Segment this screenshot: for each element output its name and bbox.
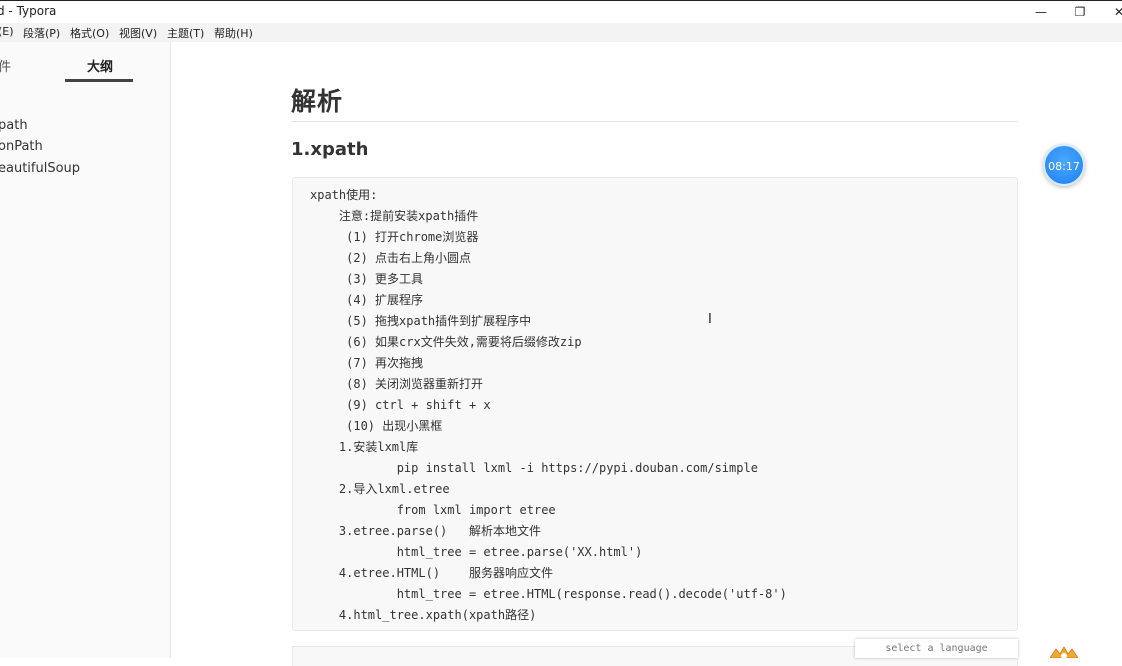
heading-1[interactable]: 解析 bbox=[291, 82, 343, 118]
outline-item-beautifulsoup[interactable]: eautifulSoup bbox=[0, 161, 80, 176]
tab-outline[interactable]: 大纲 bbox=[87, 56, 113, 75]
restore-button[interactable]: ❐ bbox=[1065, 3, 1095, 21]
code-line: (2) 点击右上角小圆点 bbox=[310, 251, 472, 265]
code-line: 4.html_tree.xpath(xpath路径) bbox=[310, 608, 537, 622]
title-bar: d - Typora — ❐ ✕ bbox=[0, 0, 1122, 23]
menu-edit[interactable]: (E) bbox=[0, 25, 14, 38]
code-line: (8) 关闭浏览器重新打开 bbox=[310, 377, 484, 391]
active-tab-indicator bbox=[65, 79, 133, 82]
code-line: 注意:提前安装xpath插件 bbox=[310, 209, 479, 223]
text-cursor-icon: I bbox=[708, 312, 712, 327]
code-line: (7) 再次拖拽 bbox=[310, 356, 424, 370]
menu-format[interactable]: 格式(O) bbox=[70, 25, 109, 41]
code-line: 3.etree.parse() 解析本地文件 bbox=[310, 524, 541, 538]
outline-item-jsonpath[interactable]: onPath bbox=[0, 139, 43, 154]
sidebar: 件 大纲 path onPath eautifulSoup bbox=[0, 42, 171, 658]
menu-theme[interactable]: 主题(T) bbox=[167, 25, 204, 41]
heading-divider bbox=[291, 121, 1018, 122]
code-line: pip install lxml -i https://pypi.douban.… bbox=[310, 461, 758, 475]
code-line: (9) ctrl + shift + x bbox=[310, 398, 491, 412]
tab-files[interactable]: 件 bbox=[0, 56, 11, 75]
code-line: (4) 扩展程序 bbox=[310, 293, 424, 307]
code-line: html_tree = etree.HTML(response.read().d… bbox=[310, 587, 787, 601]
code-line: html_tree = etree.parse('XX.html') bbox=[310, 545, 643, 559]
menu-bar: (E) 段落(P) 格式(O) 视图(V) 主题(T) 帮助(H) bbox=[0, 23, 1122, 42]
code-line: 1.安装lxml库 bbox=[310, 440, 419, 454]
menu-view[interactable]: 视图(V) bbox=[119, 25, 157, 41]
code-line: xpath使用: bbox=[310, 188, 378, 202]
code-line: (10) 出现小黑框 bbox=[310, 419, 443, 433]
corner-mascot-icon[interactable] bbox=[1044, 645, 1084, 658]
minimize-button[interactable]: — bbox=[1026, 3, 1056, 21]
code-line: (1) 打开chrome浏览器 bbox=[310, 230, 479, 244]
code-line: 4.etree.HTML() 服务器响应文件 bbox=[310, 566, 553, 580]
close-button[interactable]: ✕ bbox=[1104, 3, 1122, 21]
code-line: 2.导入lxml.etree bbox=[310, 482, 450, 496]
menu-paragraph[interactable]: 段落(P) bbox=[23, 25, 60, 41]
code-block[interactable]: xpath使用: 注意:提前安装xpath插件 (1) 打开chrome浏览器 … bbox=[292, 177, 1018, 631]
language-selector[interactable]: select a language bbox=[855, 639, 1018, 658]
code-line: (6) 如果crx文件失效,需要将后缀修改zip bbox=[310, 335, 582, 349]
outline-item-xpath[interactable]: path bbox=[0, 118, 28, 133]
menu-help[interactable]: 帮助(H) bbox=[214, 25, 253, 41]
editor-area[interactable]: 解析 1.xpath xpath使用: 注意:提前安装xpath插件 (1) 打… bbox=[171, 42, 1122, 666]
code-line: from lxml import etree bbox=[310, 503, 556, 517]
code-line: (5) 拖拽xpath插件到扩展程序中 bbox=[310, 314, 532, 328]
floating-clock-widget[interactable]: 08:17 bbox=[1043, 144, 1085, 186]
code-line: (3) 更多工具 bbox=[310, 272, 424, 286]
heading-2[interactable]: 1.xpath bbox=[291, 139, 368, 160]
window-title: d - Typora bbox=[0, 4, 57, 18]
